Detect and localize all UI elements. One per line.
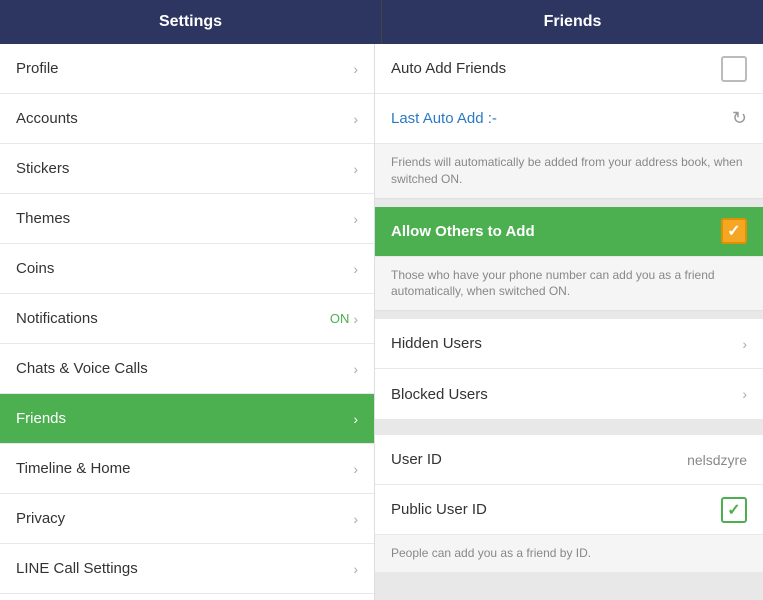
public-user-id-label: Public User ID — [391, 501, 487, 518]
sidebar-item-accounts[interactable]: Accounts › — [0, 94, 374, 144]
auto-add-checkbox[interactable] — [721, 56, 747, 82]
allow-others-row[interactable]: Allow Others to Add ✓ — [375, 207, 763, 257]
chevron-icon: › — [353, 311, 358, 327]
chevron-icon: › — [353, 511, 358, 527]
sidebar-item-profile[interactable]: Profile › — [0, 44, 374, 94]
sidebar-item-notifications[interactable]: Notifications ON › — [0, 294, 374, 344]
chevron-icon: › — [742, 386, 747, 402]
hidden-users-row[interactable]: Hidden Users › — [375, 319, 763, 369]
auto-add-row[interactable]: Auto Add Friends — [375, 44, 763, 94]
blocked-users-label: Blocked Users — [391, 386, 488, 403]
hidden-users-label: Hidden Users — [391, 335, 482, 352]
sidebar-item-chats-voice[interactable]: Chats & Voice Calls › — [0, 344, 374, 394]
settings-sidebar: Profile › Accounts › Stickers › Themes ›… — [0, 44, 375, 600]
friends-panel: Auto Add Friends Last Auto Add :- ↻ Frie… — [375, 44, 763, 600]
last-auto-row: Last Auto Add :- ↻ — [375, 94, 763, 144]
chevron-icon: › — [353, 161, 358, 177]
sidebar-item-stickers[interactable]: Stickers › — [0, 144, 374, 194]
allow-others-section: Allow Others to Add ✓ Those who have you… — [375, 207, 763, 312]
checkmark-icon: ✓ — [727, 221, 740, 241]
refresh-icon: ↻ — [732, 108, 747, 129]
notifications-right: ON › — [330, 311, 358, 327]
last-auto-label: Last Auto Add :- — [391, 110, 497, 127]
chevron-icon: › — [353, 211, 358, 227]
friends-title: Friends — [544, 13, 602, 31]
chevron-icon: › — [353, 61, 358, 77]
chevron-icon: › — [353, 561, 358, 577]
friends-header: Friends — [382, 0, 763, 44]
notifications-badge: ON — [330, 311, 350, 326]
public-userid-info: People can add you as a friend by ID. — [375, 535, 763, 572]
allow-others-label: Allow Others to Add — [391, 223, 535, 240]
auto-add-section: Auto Add Friends Last Auto Add :- ↻ Frie… — [375, 44, 763, 199]
public-userid-checkbox[interactable]: ✓ — [721, 497, 747, 523]
sidebar-item-coins[interactable]: Coins › — [0, 244, 374, 294]
blocked-users-row[interactable]: Blocked Users › — [375, 369, 763, 419]
chevron-icon: › — [353, 361, 358, 377]
user-id-value: nelsdzyre — [687, 452, 747, 468]
userid-section: User ID nelsdzyre Public User ID ✓ Peopl… — [375, 435, 763, 572]
allow-others-info: Those who have your phone number can add… — [375, 257, 763, 312]
auto-add-label: Auto Add Friends — [391, 60, 506, 77]
main-content: Profile › Accounts › Stickers › Themes ›… — [0, 44, 763, 600]
sidebar-item-privacy[interactable]: Privacy › — [0, 494, 374, 544]
sidebar-item-timeline-home[interactable]: Timeline & Home › — [0, 444, 374, 494]
chevron-icon: › — [353, 461, 358, 477]
users-section: Hidden Users › Blocked Users › — [375, 319, 763, 419]
chevron-icon: › — [353, 411, 358, 427]
sidebar-item-line-call-settings[interactable]: LINE Call Settings › — [0, 544, 374, 594]
checkmark-icon: ✓ — [727, 500, 740, 520]
app-header: Settings Friends — [0, 0, 763, 44]
settings-title: Settings — [159, 13, 222, 31]
sidebar-item-friends[interactable]: Friends › — [0, 394, 374, 444]
userid-row: User ID nelsdzyre — [375, 435, 763, 485]
chevron-icon: › — [742, 336, 747, 352]
allow-others-checkbox[interactable]: ✓ — [721, 218, 747, 244]
sidebar-item-themes[interactable]: Themes › — [0, 194, 374, 244]
settings-header: Settings — [0, 0, 382, 44]
public-userid-row[interactable]: Public User ID ✓ — [375, 485, 763, 535]
auto-add-info: Friends will automatically be added from… — [375, 144, 763, 199]
chevron-icon: › — [353, 111, 358, 127]
section-gap — [375, 427, 763, 435]
chevron-icon: › — [353, 261, 358, 277]
user-id-label: User ID — [391, 451, 442, 468]
